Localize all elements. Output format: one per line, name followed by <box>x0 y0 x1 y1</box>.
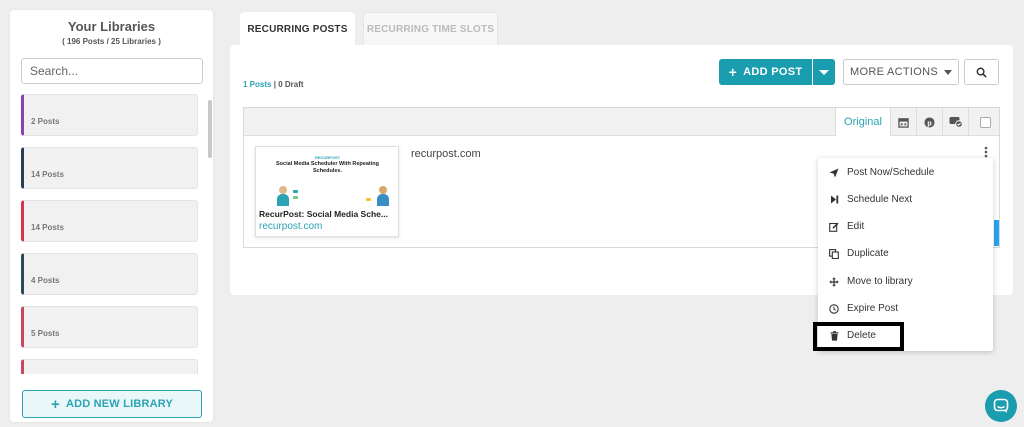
chat-icon <box>993 398 1009 413</box>
library-card[interactable]: 5 Posts <box>21 306 198 348</box>
select-all-checkbox[interactable] <box>979 116 991 128</box>
library-list: 2 Posts 14 Posts 14 Posts 4 Posts 5 Post… <box>21 94 211 374</box>
vertical-ellipsis-icon <box>984 146 988 158</box>
skip-next-icon <box>830 195 838 204</box>
menu-item-edit[interactable]: Edit <box>818 213 993 240</box>
comment-check-filter[interactable] <box>942 108 968 136</box>
link-preview-card[interactable]: RECURPOST Social Media Scheduler With Re… <box>255 146 399 237</box>
library-card[interactable]: 4 Posts <box>21 253 198 295</box>
preview-headline: Social Media Scheduler With Repeating Sc… <box>276 161 379 174</box>
delete-highlight-box <box>813 322 904 351</box>
library-card[interactable]: 14 Posts <box>21 200 198 242</box>
menu-item-label: Schedule Next <box>847 194 913 205</box>
library-card[interactable]: 14 Posts <box>21 147 198 189</box>
libraries-sidebar: Your Libraries ( 196 Posts / 25 Librarie… <box>10 10 213 422</box>
chat-bubble-shape <box>293 196 298 199</box>
posts-table-header: Original p <box>244 108 999 136</box>
paper-plane-icon <box>829 168 839 177</box>
calendar-icon <box>898 117 909 128</box>
duplicate-icon <box>829 248 839 259</box>
svg-text:p: p <box>927 118 932 127</box>
draft-count-link[interactable]: 0 Draft <box>278 80 303 89</box>
library-post-count: 14 Posts <box>31 170 64 179</box>
add-new-library-label: ADD NEW LIBRARY <box>65 398 174 410</box>
edit-icon <box>829 222 839 232</box>
library-list-scrollbar[interactable] <box>208 100 212 158</box>
preview-title: RecurPost: Social Media Sche... <box>259 209 388 219</box>
post-counts: 1 Posts | 0 Draft <box>243 80 304 89</box>
library-post-count: 4 Posts <box>31 276 60 285</box>
clock-icon <box>829 303 839 314</box>
library-card[interactable]: 2 Posts <box>21 94 198 136</box>
tab-recurring-posts[interactable]: RECURRING POSTS <box>240 12 355 46</box>
add-post-label: ADD POST <box>743 66 803 78</box>
menu-item-label: Post Now/Schedule <box>847 167 935 178</box>
chat-bubble-shape <box>366 198 371 201</box>
plus-icon: + <box>50 395 60 413</box>
search-button[interactable] <box>964 59 999 85</box>
chat-widget-button[interactable] <box>985 390 1017 422</box>
menu-item-label: Edit <box>847 221 865 232</box>
menu-item-duplicate[interactable]: Duplicate <box>818 240 993 267</box>
pinterest-icon: p <box>924 116 935 128</box>
caret-down-icon <box>943 69 952 75</box>
move-icon <box>829 276 839 287</box>
library-post-count: 5 Posts <box>31 329 60 338</box>
menu-item-label: Move to library <box>847 276 913 287</box>
menu-item-post-now[interactable]: Post Now/Schedule <box>818 159 993 186</box>
preview-image: RECURPOST Social Media Scheduler With Re… <box>259 150 396 206</box>
select-all-cell[interactable] <box>968 108 1001 136</box>
menu-item-schedule-next[interactable]: Schedule Next <box>818 186 993 213</box>
person-illustration <box>377 186 389 206</box>
menu-item-expire-post[interactable]: Expire Post <box>818 295 993 322</box>
comment-check-icon <box>949 117 963 128</box>
add-post-dropdown-toggle[interactable] <box>813 59 835 85</box>
add-post-button[interactable]: + ADD POST <box>719 59 812 85</box>
person-illustration <box>277 186 289 206</box>
preview-brand: RECURPOST <box>314 155 341 160</box>
chat-bubble-shape <box>293 190 298 193</box>
library-post-count: 2 Posts <box>31 117 60 126</box>
hidden-action-button-edge[interactable] <box>994 220 999 246</box>
library-card[interactable] <box>21 359 198 374</box>
preview-url: recurpost.com <box>259 221 323 232</box>
tab-original[interactable]: Original <box>835 108 890 136</box>
calendar-filter[interactable] <box>890 108 916 136</box>
menu-item-label: Expire Post <box>847 303 899 314</box>
tab-recurring-time-slots[interactable]: RECURRING TIME SLOTS <box>363 12 498 45</box>
more-actions-button[interactable]: MORE ACTIONS <box>843 59 959 85</box>
post-text: recurpost.com <box>411 148 481 160</box>
counts-separator: | <box>273 80 276 89</box>
library-search-input[interactable] <box>21 58 203 84</box>
menu-item-label: Duplicate <box>847 248 889 259</box>
plus-icon: + <box>728 64 738 80</box>
menu-item-move-to-library[interactable]: Move to library <box>818 268 993 295</box>
add-new-library-button[interactable]: + ADD NEW LIBRARY <box>22 390 202 418</box>
post-actions-menu-button[interactable] <box>981 145 991 159</box>
pinterest-filter[interactable]: p <box>916 108 942 136</box>
sidebar-subtitle: ( 196 Posts / 25 Libraries ) <box>62 37 161 46</box>
sidebar-title: Your Libraries <box>67 19 156 34</box>
more-actions-label: MORE ACTIONS <box>850 66 938 78</box>
library-post-count: 14 Posts <box>31 223 64 232</box>
posts-count-link[interactable]: 1 Posts <box>243 80 271 89</box>
search-icon <box>976 67 987 78</box>
